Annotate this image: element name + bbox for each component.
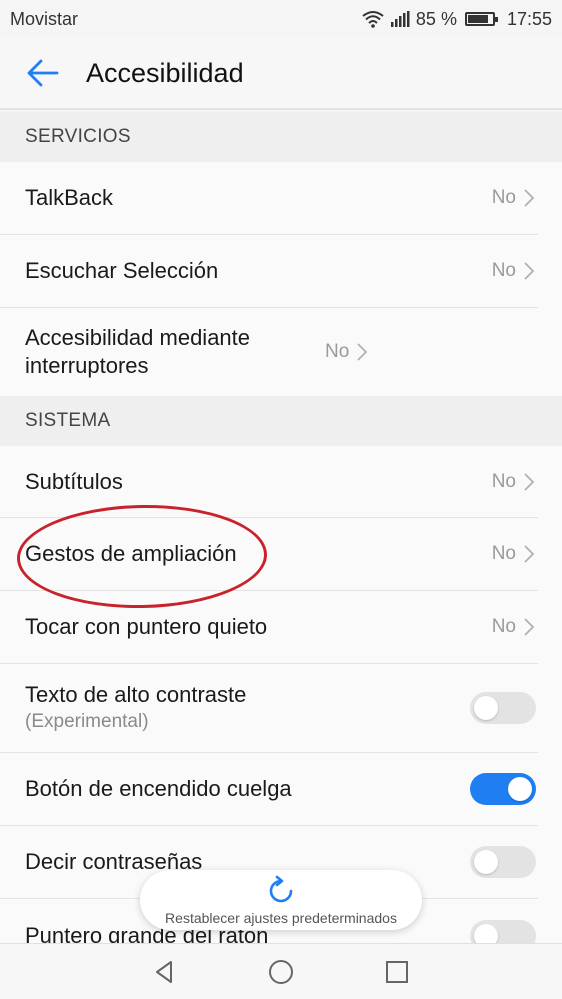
carrier-name: Movistar bbox=[10, 8, 79, 29]
servicios-list: TalkBack No Escuchar Selección No Accesi… bbox=[0, 162, 562, 396]
item-value: No bbox=[491, 260, 516, 281]
boton-encendido-toggle[interactable] bbox=[470, 773, 536, 805]
system-nav-bar bbox=[0, 943, 562, 999]
item-value: No bbox=[491, 543, 516, 564]
page-title: Accesibilidad bbox=[86, 57, 244, 88]
chevron-right-icon bbox=[524, 472, 535, 491]
clock: 17:55 bbox=[506, 8, 552, 29]
list-item-interruptores[interactable]: Accesibilidad mediante interruptores No bbox=[0, 308, 538, 396]
list-item-escuchar-seleccion[interactable]: Escuchar Selección No bbox=[0, 235, 538, 308]
list-item-talkback[interactable]: TalkBack No bbox=[0, 162, 538, 235]
chevron-right-icon bbox=[524, 618, 535, 636]
item-value: No bbox=[491, 187, 516, 208]
item-label: Botón de encendido cuelga bbox=[25, 776, 292, 801]
item-label: Escuchar Selección bbox=[25, 258, 219, 283]
item-label: Tocar con puntero quieto bbox=[25, 614, 268, 639]
item-label: Texto de alto contraste bbox=[25, 682, 247, 707]
reset-defaults-button[interactable]: Restablecer ajustes predeterminados bbox=[140, 870, 422, 930]
list-item-puntero-quieto[interactable]: Tocar con puntero quieto No bbox=[0, 591, 538, 664]
item-value: No bbox=[491, 616, 516, 637]
chevron-right-icon bbox=[524, 545, 535, 563]
item-sublabel: (Experimental) bbox=[25, 711, 149, 732]
section-header-servicios: SERVICIOS bbox=[0, 112, 562, 162]
toggle-knob bbox=[474, 696, 498, 720]
nav-recents-icon[interactable] bbox=[383, 958, 411, 986]
battery-percent: 85 % bbox=[415, 8, 457, 29]
item-label: TalkBack bbox=[25, 185, 114, 210]
list-item-gestos-ampliacion[interactable]: Gestos de ampliación No bbox=[0, 518, 538, 591]
toggle-knob bbox=[474, 850, 498, 874]
battery-icon bbox=[464, 12, 498, 26]
app-bar: Accesibilidad bbox=[0, 38, 562, 110]
list-item-subtitulos[interactable]: Subtítulos No bbox=[0, 446, 538, 518]
toggle-knob bbox=[508, 777, 532, 801]
list-item-alto-contraste[interactable]: Texto de alto contraste (Experimental) bbox=[0, 664, 538, 753]
battery-fill bbox=[467, 15, 489, 23]
item-label: Subtítulos bbox=[25, 468, 123, 494]
status-bar: Movistar 85 % 17:55 bbox=[0, 0, 562, 38]
chevron-right-icon bbox=[524, 262, 535, 280]
item-value: No bbox=[491, 470, 516, 492]
back-arrow-icon bbox=[27, 59, 59, 87]
chevron-right-icon bbox=[357, 343, 368, 361]
status-icons: 85 % 17:55 bbox=[362, 9, 552, 30]
nav-back-icon[interactable] bbox=[151, 958, 179, 986]
section-header-sistema: SISTEMA bbox=[0, 396, 562, 446]
item-value: No bbox=[325, 341, 350, 362]
decir-contrasenas-toggle[interactable] bbox=[470, 846, 536, 878]
back-button[interactable] bbox=[0, 37, 86, 109]
alto-contraste-toggle[interactable] bbox=[470, 692, 536, 724]
reset-defaults-label: Restablecer ajustes predeterminados bbox=[165, 910, 397, 926]
chevron-right-icon bbox=[524, 189, 535, 207]
nav-home-icon[interactable] bbox=[267, 958, 295, 986]
item-label-block: Texto de alto contraste (Experimental) bbox=[25, 681, 470, 735]
item-label: Accesibilidad mediante interruptores bbox=[25, 325, 251, 378]
refresh-icon bbox=[269, 875, 293, 903]
item-label: Gestos de ampliación bbox=[25, 541, 237, 566]
list-item-boton-encendido[interactable]: Botón de encendido cuelga bbox=[0, 753, 538, 826]
wifi-icon bbox=[362, 11, 384, 28]
signal-icon bbox=[390, 11, 410, 27]
